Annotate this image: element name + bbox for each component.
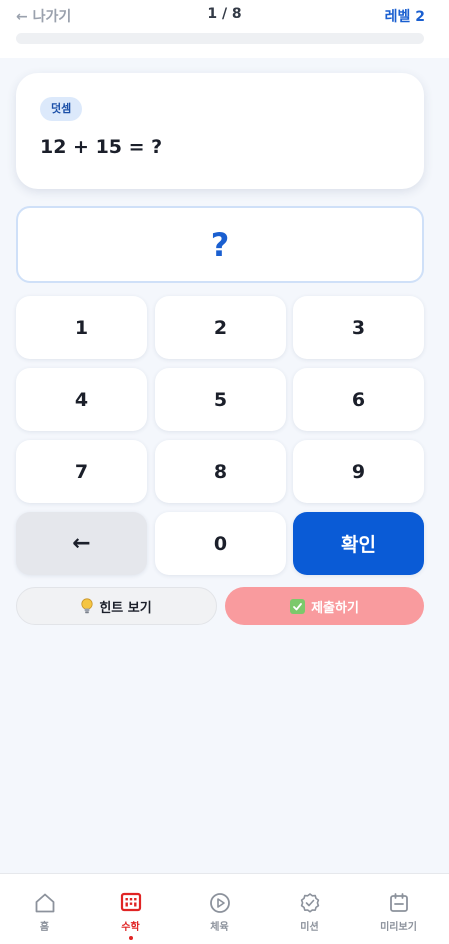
category-badge: 덧셈 xyxy=(40,97,83,121)
hint-button-label: 힌트 보기 xyxy=(99,600,152,616)
question-card: 덧셈 12 + 15 = ? xyxy=(16,73,424,189)
active-indicator-dot xyxy=(128,936,133,940)
key-2[interactable]: 2 xyxy=(155,296,286,359)
lightbulb-icon xyxy=(81,598,93,614)
key-7[interactable]: 7 xyxy=(16,440,147,503)
calendar-icon xyxy=(389,893,408,912)
nav-label-math: 수학 xyxy=(121,922,140,933)
key-9[interactable]: 9 xyxy=(293,440,424,503)
nav-label-pe: 체육 xyxy=(210,922,229,933)
check-box-icon xyxy=(290,598,306,614)
calculator-icon xyxy=(120,892,141,912)
nav-item-math[interactable]: 수학 xyxy=(86,874,175,944)
key-8[interactable]: 8 xyxy=(155,440,286,503)
home-icon xyxy=(35,893,54,913)
nav-item-mission[interactable]: 미션 xyxy=(265,874,354,944)
check-badge-icon xyxy=(300,893,319,913)
key-6[interactable]: 6 xyxy=(293,368,424,431)
submit-button-label: 제출하기 xyxy=(311,600,359,616)
nav-item-preview[interactable]: 미리보기 xyxy=(354,874,443,944)
progress-bar xyxy=(16,33,424,44)
question-text: 12 + 15 = ? xyxy=(40,136,163,158)
answer-value: ? xyxy=(210,225,230,264)
backspace-button[interactable]: ← xyxy=(16,512,147,575)
key-5[interactable]: 5 xyxy=(155,368,286,431)
nav-item-pe[interactable]: 체육 xyxy=(175,874,264,944)
exit-link[interactable]: ← 나가기 xyxy=(16,6,71,26)
key-1[interactable]: 1 xyxy=(16,296,147,359)
top-bar: ← 나가기 1 / 8 레벨 2 xyxy=(0,0,449,58)
answer-display: ? xyxy=(16,206,424,283)
hint-button[interactable]: 힌트 보기 xyxy=(16,587,217,625)
key-4[interactable]: 4 xyxy=(16,368,147,431)
bottom-nav: 홈 수학 체육 미션 미리보기 xyxy=(0,873,449,944)
level-label: 레벨 2 xyxy=(384,9,425,25)
nav-label-home: 홈 xyxy=(39,922,50,933)
play-icon xyxy=(209,893,230,913)
key-0[interactable]: 0 xyxy=(155,512,286,575)
nav-item-home[interactable]: 홈 xyxy=(0,874,89,944)
submit-button[interactable]: 제출하기 xyxy=(225,587,424,625)
confirm-button[interactable]: 확인 xyxy=(293,512,424,575)
nav-label-preview: 미리보기 xyxy=(380,922,417,933)
nav-label-mission: 미션 xyxy=(300,922,319,933)
key-3[interactable]: 3 xyxy=(293,296,424,359)
